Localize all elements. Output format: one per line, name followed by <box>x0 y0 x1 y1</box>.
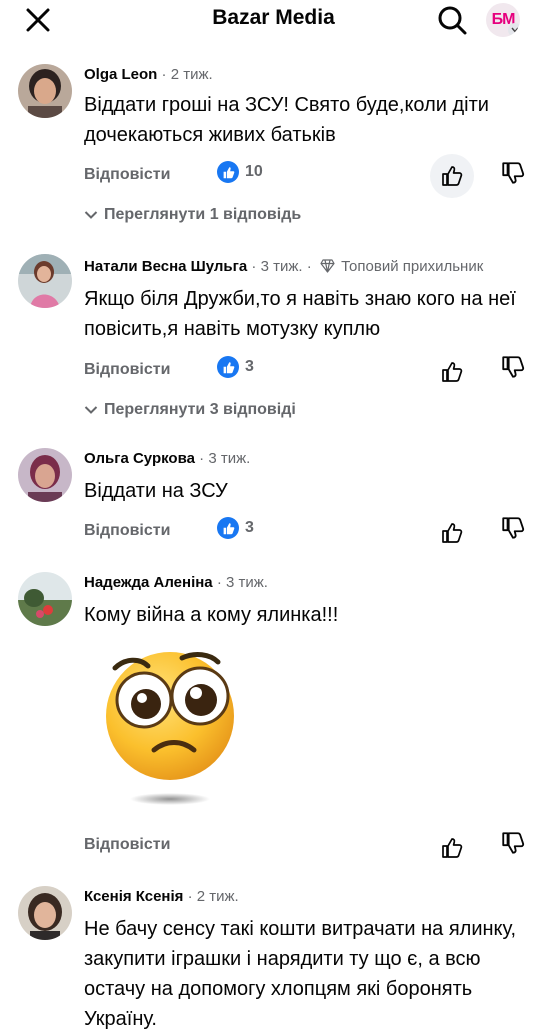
author-name[interactable]: Надежда Аленіна <box>84 574 213 591</box>
reply-button[interactable]: Відповісти <box>84 361 170 379</box>
comment-time: 2 тиж. <box>196 888 239 905</box>
app-header: Bazar Media БМ <box>0 0 547 40</box>
author-name[interactable]: Ксенія Ксенія <box>84 888 183 905</box>
like-reaction-icon <box>217 517 239 539</box>
view-replies-label: Переглянути 1 відповідь <box>104 206 302 223</box>
like-reaction-icon <box>217 161 239 183</box>
view-replies-link[interactable]: Переглянути 3 відповіді <box>84 401 296 419</box>
comment-time: 3 тиж. <box>260 258 303 275</box>
reply-button[interactable]: Відповісти <box>84 836 170 854</box>
comment-text: Віддати на ЗСУ <box>84 480 228 502</box>
view-replies-link[interactable]: Переглянути 1 відповідь <box>84 206 301 224</box>
author-name[interactable]: Ольга Суркова <box>84 450 195 467</box>
reply-button[interactable]: Відповісти <box>84 522 170 540</box>
comment-text: Не бачу сенсу такі кошти витрачати на ял… <box>84 918 517 1030</box>
reaction-summary[interactable]: 3 <box>217 356 254 378</box>
like-count: 3 <box>245 358 254 375</box>
comment-time: 3 тиж. <box>226 574 268 591</box>
avatar[interactable] <box>18 572 72 626</box>
thumbs-up-icon[interactable] <box>440 521 464 545</box>
like-count: 3 <box>245 519 254 536</box>
avatar[interactable] <box>18 886 72 940</box>
comment-meta: Натали Весна Шульга · 3 тиж. · Топовий п… <box>84 258 484 275</box>
comment-text: Кому війна а кому ялинка!!! <box>84 604 339 626</box>
reaction-summary[interactable]: 3 <box>217 517 254 539</box>
thumbs-up-icon <box>442 166 463 186</box>
reply-button[interactable]: Відповісти <box>84 166 170 184</box>
reaction-summary[interactable]: 10 <box>217 161 263 183</box>
thumbs-down-icon[interactable] <box>500 515 526 541</box>
top-fan-badge: Топовий прихильник <box>341 258 484 275</box>
comment-time: 2 тиж. <box>170 66 213 83</box>
diamond-icon <box>320 259 335 273</box>
comment-time: 3 тиж. <box>208 450 251 467</box>
thumbs-down-icon[interactable] <box>500 830 526 856</box>
comment-text: Віддати гроші на ЗСУ! Свято буде,коли ді… <box>84 94 489 146</box>
author-name[interactable]: Olga Leon <box>84 66 157 83</box>
view-replies-label: Переглянути 3 відповіді <box>104 401 296 418</box>
comment-meta: Olga Leon · 2 тиж. <box>84 66 213 83</box>
chevron-down-icon <box>84 211 98 219</box>
avatar[interactable] <box>18 64 72 118</box>
avatar[interactable] <box>18 448 72 502</box>
chevron-down-icon <box>84 406 98 414</box>
author-name[interactable]: Натали Весна Шульга <box>84 258 247 275</box>
comment-meta: Ксенія Ксенія · 2 тиж. <box>84 888 239 905</box>
like-count: 10 <box>245 163 263 180</box>
thumbs-down-icon[interactable] <box>500 160 526 186</box>
search-icon[interactable] <box>436 4 468 36</box>
chevron-down-icon <box>508 23 520 37</box>
comment-meta: Надежда Аленіна · 3 тиж. <box>84 574 268 591</box>
avatar[interactable] <box>18 254 72 308</box>
comment-meta: Ольга Суркова · 3 тиж. <box>84 450 251 467</box>
like-button[interactable] <box>430 154 474 198</box>
thumbs-down-icon[interactable] <box>500 354 526 380</box>
thumbs-up-icon[interactable] <box>440 360 464 384</box>
page-switcher-avatar[interactable]: БМ <box>486 3 520 37</box>
pleading-face-sticker[interactable] <box>100 644 240 814</box>
like-reaction-icon <box>217 356 239 378</box>
thumbs-up-icon[interactable] <box>440 836 464 860</box>
comment-text: Якщо біля Дружби,то я навіть знаю кого н… <box>84 288 516 340</box>
